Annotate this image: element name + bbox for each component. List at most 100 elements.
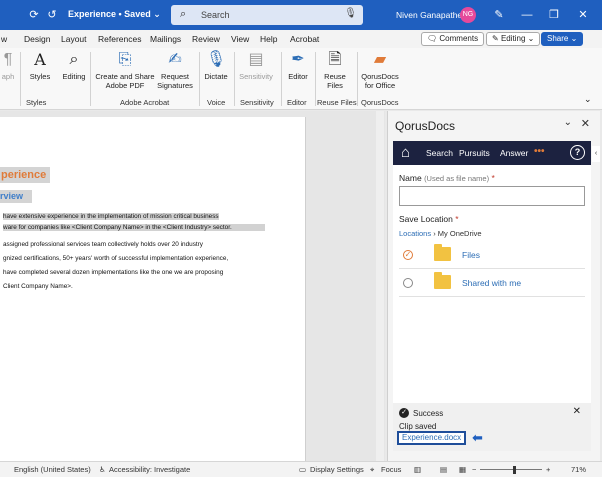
zoom-slider[interactable] [480, 469, 542, 470]
share-label: Share ⌄ [547, 34, 578, 43]
group-label-reuse: Reuse Files [317, 98, 357, 107]
document-page[interactable]: perience rview have extensive experience… [0, 117, 306, 461]
chevron-left-icon[interactable]: ‹ [592, 146, 600, 162]
search-box[interactable]: ⌕ Search 🎙 [171, 5, 363, 25]
editor-label: Editor [288, 72, 308, 81]
signature-icon: ✍ [168, 51, 182, 68]
dictate-label: Dictate [204, 72, 228, 81]
qorusdocs-button[interactable]: ▰ QorusDocs for Office [360, 50, 400, 90]
editing-mode-button[interactable]: ✎ Editing ⌄ [486, 32, 541, 46]
editing-button[interactable]: ⌕ Editing [60, 50, 88, 81]
divider [20, 52, 21, 106]
zoom-slider-handle[interactable] [513, 466, 516, 474]
name-label-text: Name [399, 173, 422, 183]
ribbon-collapse-icon[interactable]: ⌄ [584, 94, 592, 105]
accessibility-status[interactable]: Accessibility: Investigate [109, 465, 190, 474]
request-signatures-button[interactable]: ✍ Request Signatures [156, 50, 194, 90]
sensitivity-button[interactable]: ▤ Sensitivity [237, 50, 275, 81]
tab-references[interactable]: References [98, 34, 141, 44]
nav-answer[interactable]: Answer [500, 148, 528, 158]
toast-close-icon[interactable]: ✕ [573, 406, 581, 417]
dictate-button[interactable]: 🎙 Dictate [202, 50, 230, 81]
language-status[interactable]: English (United States) [14, 465, 91, 474]
close-icon[interactable]: ✕ [576, 8, 590, 22]
name-input[interactable] [399, 186, 585, 206]
folder-row-files[interactable]: ✓ Files [399, 241, 585, 269]
save-location-text: Save Location [399, 214, 453, 224]
create-share-pdf-button[interactable]: ⎘ Create and Share Adobe PDF [95, 50, 155, 90]
home-icon[interactable]: ⌂ [401, 144, 410, 161]
focus-button[interactable]: Focus [381, 465, 401, 474]
paragraph-line: Client Company Name>. [3, 283, 73, 290]
restore-icon[interactable]: ❐ [547, 8, 561, 22]
saved-file-link[interactable]: Experience.docx [397, 431, 467, 445]
more-icon[interactable]: ••• [534, 146, 545, 157]
divider [315, 52, 316, 106]
display-settings-button[interactable]: Display Settings [310, 465, 364, 474]
group-label-styles: Styles [26, 98, 47, 107]
tab-review[interactable]: Review [192, 34, 220, 44]
folder-icon [434, 272, 451, 289]
document-title[interactable]: Experience • Saved ⌄ [68, 9, 161, 20]
tab-acrobat[interactable]: Acrobat [290, 34, 319, 44]
pdf-icon: ⎘ [118, 51, 132, 68]
read-mode-icon[interactable]: ▥ [414, 465, 421, 474]
qorus-label-1: QorusDocs [361, 72, 399, 81]
radio-icon[interactable] [403, 278, 413, 288]
editor-button[interactable]: ✒ Editor [284, 50, 312, 81]
folder-name: Shared with me [462, 278, 522, 288]
toast-message: Clip saved [399, 422, 437, 431]
breadcrumb: Locations › My OneDrive [399, 229, 482, 238]
folder-name: Files [462, 250, 480, 260]
accessibility-icon: ♿ [99, 465, 106, 474]
paragraph-partial-label: aph [1, 72, 15, 81]
divider [357, 52, 358, 106]
pencil-icon: ✎ [492, 34, 499, 43]
group-label-voice: Voice [207, 98, 226, 107]
group-label-editor: Editor [287, 98, 307, 107]
radio-selected-icon[interactable]: ✓ [403, 250, 413, 260]
paragraph-line: assigned professional services team coll… [3, 241, 203, 248]
zoom-out-button[interactable]: − [472, 465, 476, 474]
pane-options-icon[interactable]: ⌄ [564, 117, 572, 128]
search-placeholder: Search [201, 10, 230, 20]
tab-design[interactable]: Design [24, 34, 50, 44]
document-heading: perience [0, 167, 50, 183]
minimize-icon[interactable]: — [520, 8, 534, 22]
refresh-icon[interactable]: ⟳ [27, 8, 41, 22]
web-layout-icon[interactable]: ▦ [459, 465, 466, 474]
nav-pursuits[interactable]: Pursuits [459, 148, 490, 158]
styles-button[interactable]: A Styles [26, 50, 54, 81]
tab-mailings[interactable]: Mailings [150, 34, 181, 44]
tab-partial[interactable]: w [1, 34, 7, 44]
divider [199, 52, 200, 106]
divider [281, 52, 282, 106]
vertical-scrollbar[interactable] [376, 111, 384, 461]
pane-close-icon[interactable]: ✕ [581, 117, 590, 130]
sensitivity-icon: ▤ [248, 51, 264, 68]
paragraph-line: ware for companies like <Client Company … [3, 224, 265, 231]
editing-mode-label: Editing ⌄ [500, 34, 535, 43]
share-button[interactable]: Share ⌄ [541, 32, 584, 46]
print-layout-icon[interactable]: ▤ [440, 465, 447, 474]
create-pdf-label-2: Adobe PDF [105, 81, 145, 90]
microphone-icon: 🎙 [205, 51, 227, 68]
tab-help[interactable]: Help [260, 34, 277, 44]
zoom-level[interactable]: 71% [571, 465, 586, 474]
tab-layout[interactable]: Layout [61, 34, 87, 44]
avatar[interactable]: NG [460, 7, 476, 23]
breadcrumb-locations[interactable]: Locations [399, 229, 431, 238]
comments-button[interactable]: 🗨 Comments [421, 32, 485, 46]
tab-view[interactable]: View [231, 34, 249, 44]
reuse-files-button[interactable]: 🗎 Reuse Files [320, 50, 350, 90]
help-icon[interactable]: ? [570, 145, 585, 160]
nav-search[interactable]: Search [426, 148, 453, 158]
pen-icon[interactable]: ✎ [492, 8, 506, 22]
user-name[interactable]: Niven Ganapathee [396, 10, 467, 20]
divider [234, 52, 235, 106]
undo-icon[interactable]: ↺ [45, 8, 59, 22]
divider [90, 52, 91, 106]
microphone-icon[interactable]: 🎙 [344, 8, 357, 19]
zoom-in-button[interactable]: + [546, 465, 550, 474]
folder-row-shared[interactable]: Shared with me [399, 269, 585, 297]
